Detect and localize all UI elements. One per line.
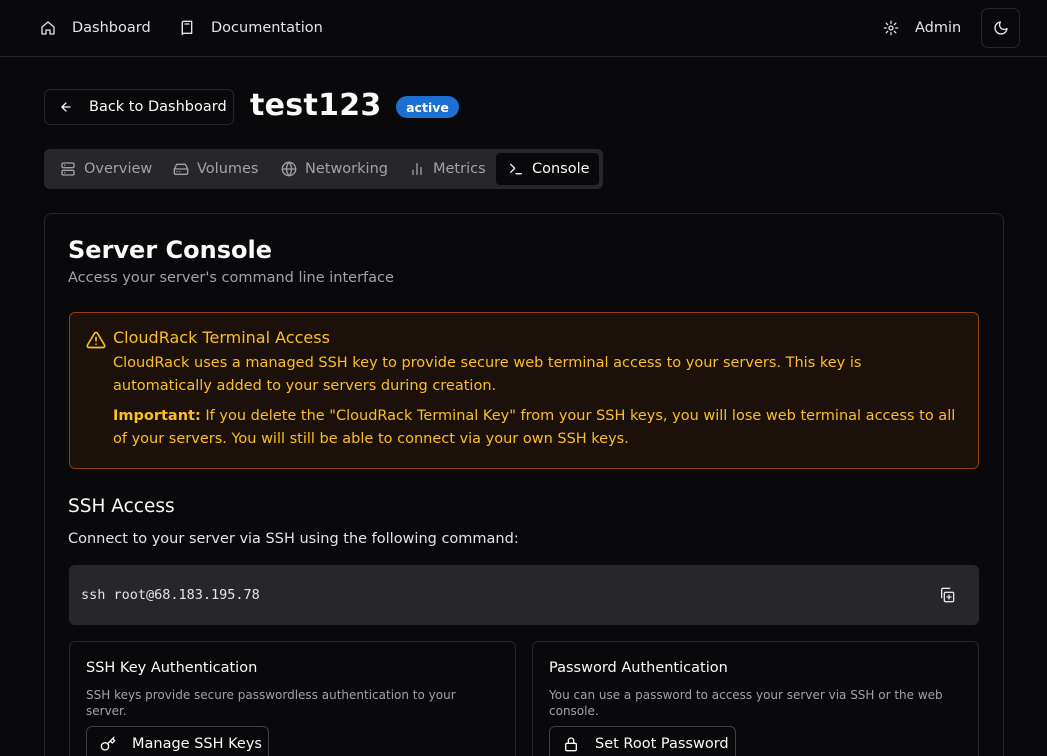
- moon-icon: [993, 20, 1009, 36]
- alert-title: CloudRack Terminal Access: [113, 328, 330, 347]
- server-name-title: test123: [250, 88, 382, 123]
- alert-important-note: Important: If you delete the "CloudRack …: [113, 405, 958, 451]
- key-icon: [100, 736, 116, 752]
- ssh-key-auth-title: SSH Key Authentication: [86, 660, 258, 676]
- nav-dashboard-link[interactable]: Dashboard: [40, 17, 151, 39]
- nav-documentation-link[interactable]: Documentation: [179, 17, 323, 39]
- globe-icon: [281, 161, 297, 177]
- tab-overview[interactable]: Overview: [48, 153, 159, 185]
- tab-volumes[interactable]: Volumes: [161, 153, 268, 185]
- manage-ssh-keys-button[interactable]: Manage SSH Keys: [86, 726, 269, 756]
- arrow-left-icon: [59, 100, 73, 114]
- alert-important-label: Important:: [113, 408, 201, 424]
- bar-chart-icon: [409, 161, 425, 177]
- ssh-access-heading: SSH Access: [68, 496, 175, 517]
- tab-overview-label: Overview: [84, 161, 153, 177]
- tab-volumes-label: Volumes: [197, 161, 259, 177]
- back-button-label: Back to Dashboard: [89, 99, 227, 115]
- gear-icon: [883, 20, 899, 36]
- ssh-key-auth-description: SSH keys provide secure passwordless aut…: [86, 688, 456, 718]
- manage-ssh-keys-label: Manage SSH Keys: [132, 736, 262, 752]
- tab-console-label: Console: [532, 161, 590, 177]
- terminal-icon: [508, 161, 524, 177]
- set-root-password-button[interactable]: Set Root Password: [549, 726, 736, 756]
- warning-triangle-icon: [86, 330, 106, 350]
- tab-metrics-label: Metrics: [433, 161, 486, 177]
- copy-command-button[interactable]: [935, 583, 959, 607]
- top-navigation: Dashboard Documentation Admin: [0, 0, 1047, 57]
- book-icon: [179, 20, 195, 36]
- password-auth-description: You can use a password to access your se…: [549, 688, 943, 718]
- theme-toggle-button[interactable]: [981, 8, 1020, 48]
- copy-icon: [939, 587, 955, 603]
- nav-admin-label: Admin: [915, 20, 962, 36]
- password-auth-title: Password Authentication: [549, 660, 728, 676]
- lock-icon: [563, 736, 579, 752]
- tab-networking-label: Networking: [305, 161, 388, 177]
- card-title: Server Console: [68, 236, 272, 264]
- set-root-password-label: Set Root Password: [595, 736, 729, 752]
- tab-networking[interactable]: Networking: [269, 153, 395, 185]
- alert-important-text: If you delete the "CloudRack Terminal Ke…: [113, 408, 956, 447]
- nav-admin-link[interactable]: Admin: [883, 17, 961, 39]
- alert-description: CloudRack uses a managed SSH key to prov…: [113, 355, 862, 394]
- tab-metrics[interactable]: Metrics: [397, 153, 495, 185]
- ssh-access-description: Connect to your server via SSH using the…: [68, 531, 519, 547]
- server-tabs: Overview Volumes Networking Metrics Cons…: [44, 149, 603, 189]
- card-description: Access your server's command line interf…: [68, 270, 394, 286]
- home-icon: [40, 20, 56, 36]
- tab-console[interactable]: Console: [496, 153, 599, 185]
- status-badge: active: [396, 96, 459, 118]
- back-to-dashboard-button[interactable]: Back to Dashboard: [44, 89, 234, 125]
- nav-dashboard-label: Dashboard: [72, 20, 151, 36]
- ssh-command-text[interactable]: ssh root@68.183.195.78: [81, 585, 260, 605]
- hard-drive-icon: [173, 161, 189, 177]
- nav-documentation-label: Documentation: [211, 20, 323, 36]
- server-icon: [60, 161, 76, 177]
